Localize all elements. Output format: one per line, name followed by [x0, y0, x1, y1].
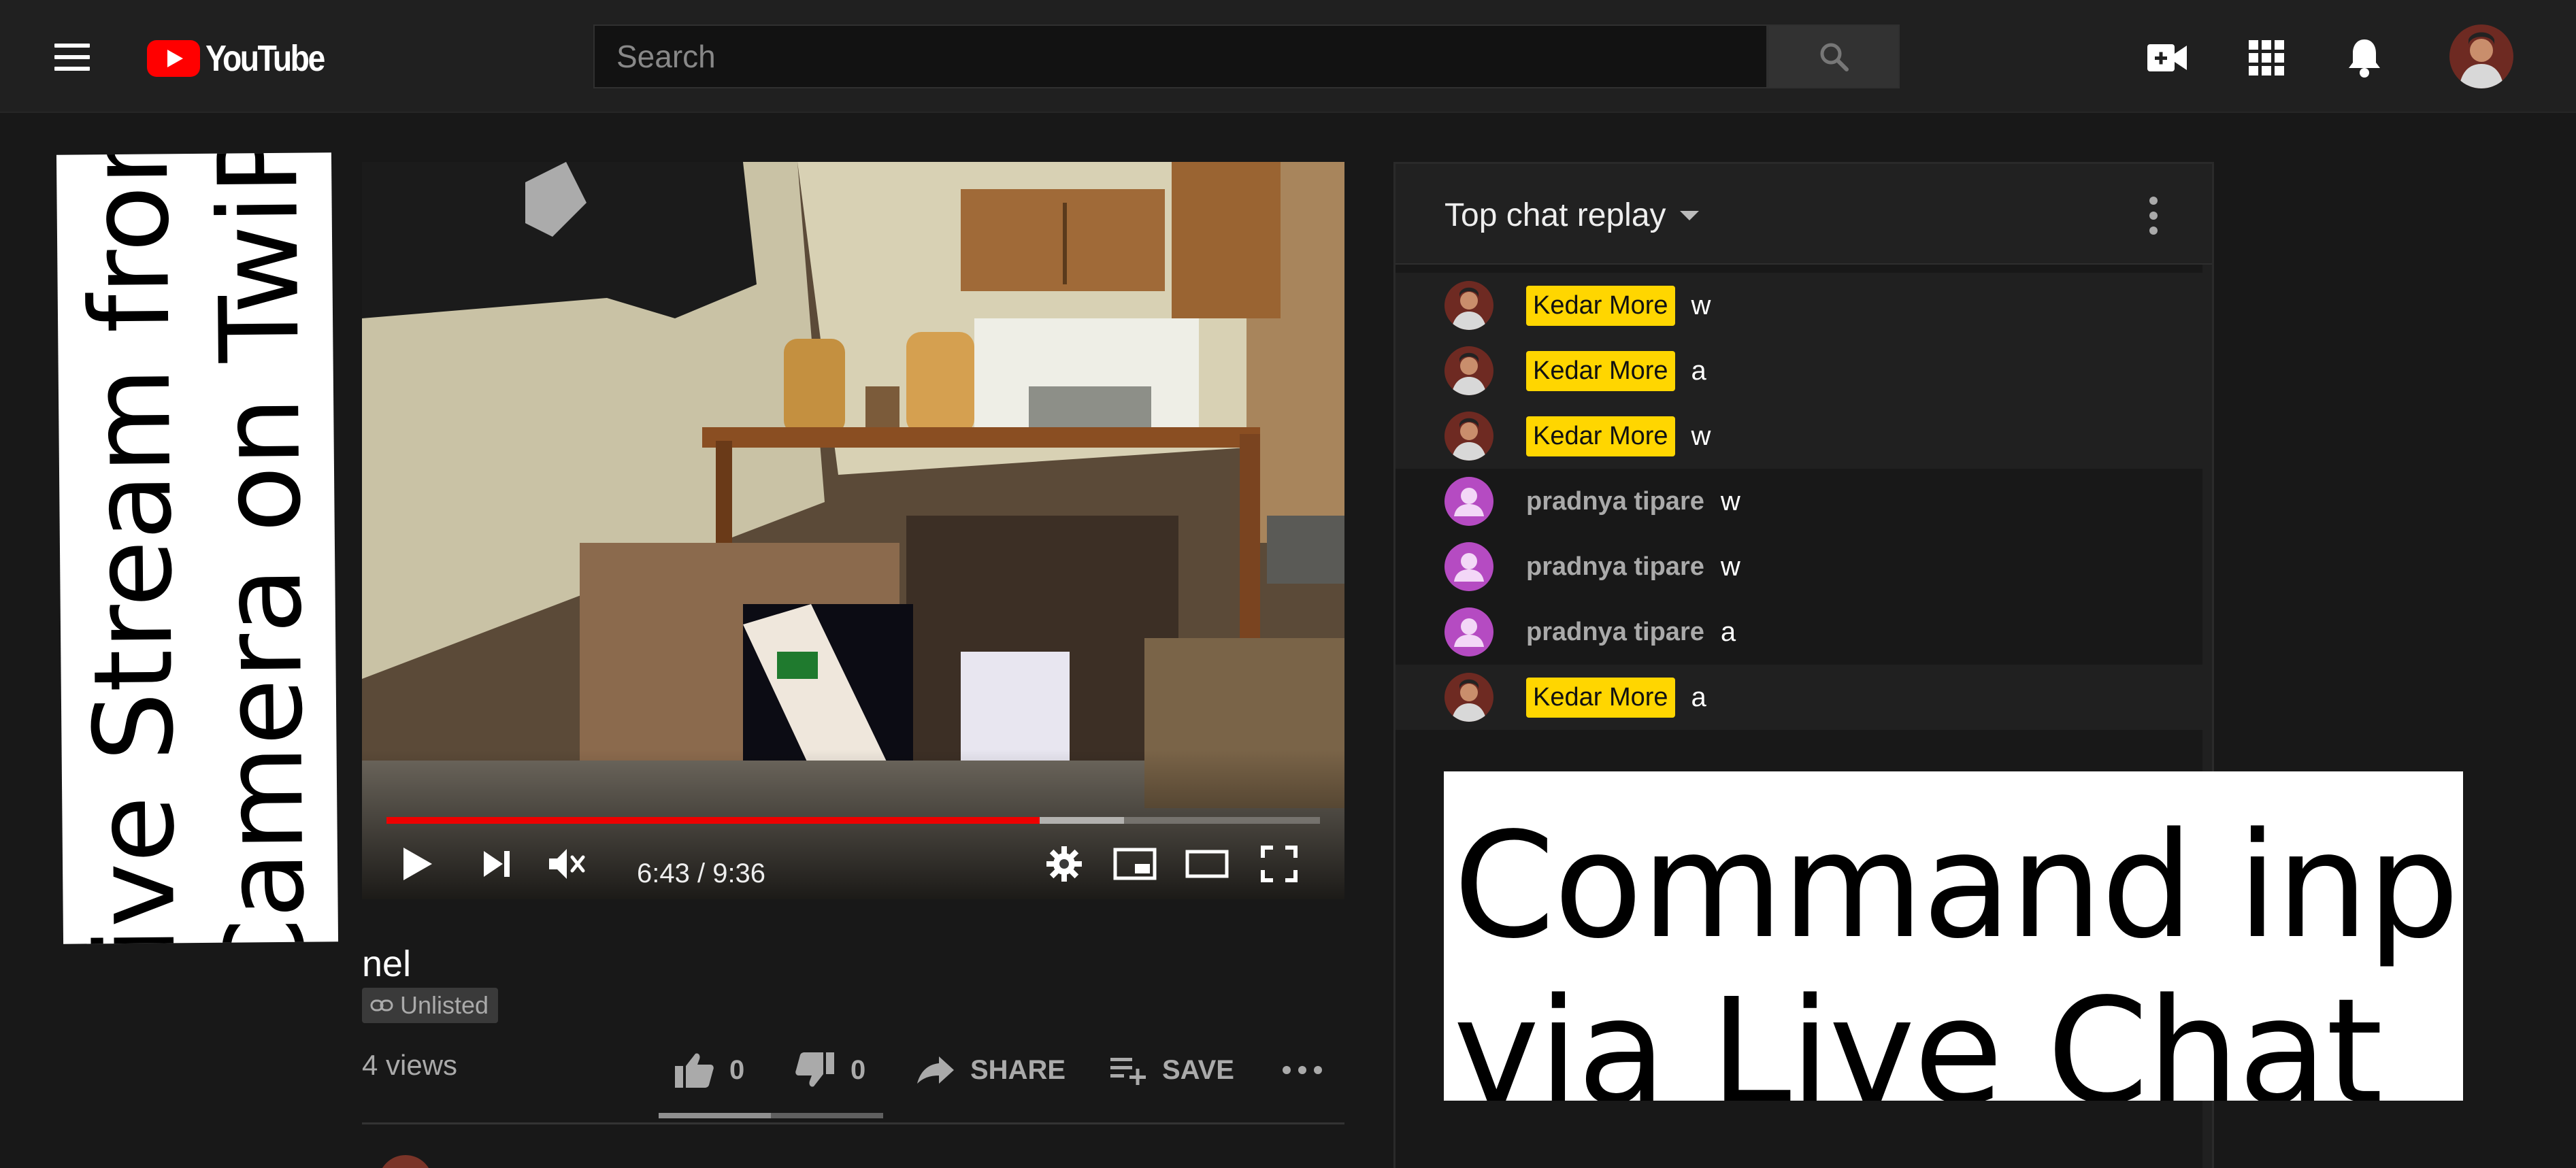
- thumbs-down-icon: [795, 1052, 834, 1087]
- more-actions-button[interactable]: [1282, 1048, 1323, 1092]
- chat-message[interactable]: pradnya tipare w: [1396, 469, 2202, 534]
- chat-message[interactable]: Kedar More w: [1396, 403, 2202, 469]
- search-box: [593, 24, 1768, 88]
- next-icon: [484, 851, 510, 877]
- chat-mode-dropdown[interactable]: Top chat replay: [1444, 197, 1699, 234]
- youtube-logo[interactable]: YouTube: [147, 38, 343, 79]
- chat-message-text: a: [1691, 355, 1706, 386]
- next-button[interactable]: [475, 842, 518, 886]
- chat-message-text: a: [1691, 682, 1706, 712]
- settings-button[interactable]: [1042, 842, 1086, 886]
- dislike-button[interactable]: 0: [795, 1048, 865, 1092]
- search-icon: [1820, 43, 1849, 71]
- top-bar: YouTube: [0, 0, 2576, 113]
- add-to-playlist-icon: [1110, 1058, 1146, 1085]
- chat-author-name[interactable]: Kedar More: [1526, 285, 1675, 326]
- search-button[interactable]: [1768, 24, 1900, 88]
- miniplayer-button[interactable]: [1109, 842, 1161, 886]
- overlay-caption-line-1: Live Stream from: [64, 152, 201, 944]
- like-button[interactable]: 0: [674, 1048, 744, 1092]
- dislike-count: 0: [851, 1054, 866, 1085]
- chat-author-avatar[interactable]: [1444, 607, 1493, 656]
- chat-message[interactable]: Kedar More w: [1396, 273, 2202, 338]
- theater-mode-button[interactable]: [1181, 842, 1233, 886]
- more-horizontal-icon: [1283, 1066, 1322, 1074]
- settings-gear-icon: [1046, 846, 1082, 882]
- chat-author-name[interactable]: pradnya tipare: [1526, 552, 1704, 582]
- chat-message-text: w: [1691, 420, 1711, 451]
- chat-message[interactable]: pradnya tipare w: [1396, 534, 2202, 599]
- privacy-badge: Unlisted: [362, 988, 499, 1023]
- search-input[interactable]: [595, 26, 1766, 87]
- view-count: 4 views: [362, 1049, 458, 1081]
- share-button[interactable]: SHARE: [916, 1048, 1066, 1092]
- youtube-logo-icon: [147, 40, 200, 77]
- chat-author-avatar[interactable]: [1444, 673, 1493, 722]
- overlay-caption-left: Live Stream from Camera on TwiPi: [56, 152, 339, 944]
- volume-button[interactable]: [543, 842, 591, 886]
- chevron-down-icon: [1679, 210, 1699, 220]
- fullscreen-button[interactable]: [1253, 842, 1305, 886]
- like-ratio-fill: [659, 1113, 771, 1118]
- save-label: SAVE: [1162, 1054, 1234, 1085]
- thumbs-up-icon: [675, 1053, 714, 1088]
- video-title: nel: [362, 944, 412, 984]
- chat-message-list: Kedar More w Kedar More a Kedar More w pradnya…: [1396, 273, 2202, 730]
- apps-button[interactable]: [2243, 34, 2290, 82]
- youtube-logo-text: YouTube: [205, 38, 325, 79]
- chat-mode-label: Top chat replay: [1444, 197, 1666, 233]
- channel-avatar[interactable]: [378, 1155, 433, 1168]
- notifications-bell-icon: [2349, 39, 2380, 78]
- account-avatar[interactable]: [2449, 24, 2513, 88]
- chat-author-avatar[interactable]: [1444, 412, 1493, 461]
- chat-message-text: w: [1720, 486, 1740, 516]
- link-icon: [370, 999, 393, 1012]
- chat-message[interactable]: Kedar More a: [1396, 338, 2202, 403]
- chat-author-name[interactable]: Kedar More: [1526, 677, 1675, 718]
- chat-message[interactable]: pradnya tipare a: [1396, 599, 2202, 665]
- chat-message-text: a: [1720, 616, 1736, 647]
- chat-author-name[interactable]: Kedar More: [1526, 416, 1675, 456]
- like-count: 0: [729, 1054, 745, 1085]
- chat-author-name[interactable]: pradnya tipare: [1526, 618, 1704, 647]
- chat-message[interactable]: Kedar More a: [1396, 665, 2202, 730]
- fullscreen-icon: [1261, 846, 1298, 882]
- create-video-icon: [2147, 44, 2187, 71]
- chat-header: Top chat replay: [1396, 164, 2212, 265]
- chat-author-avatar[interactable]: [1444, 281, 1493, 330]
- overlay-caption-line-2: via Live Chat: [1453, 967, 2383, 1101]
- miniplayer-icon: [1113, 848, 1157, 880]
- notifications-button[interactable]: [2341, 34, 2388, 82]
- share-icon: [917, 1056, 954, 1084]
- share-label: SHARE: [970, 1054, 1066, 1085]
- chat-more-options-icon[interactable]: [2149, 197, 2159, 235]
- menu-icon[interactable]: [54, 44, 90, 71]
- chat-author-avatar[interactable]: [1444, 477, 1493, 526]
- chat-message-text: w: [1720, 551, 1740, 582]
- overlay-caption-line-2: Camera on TwiPi: [194, 152, 329, 944]
- privacy-label: Unlisted: [400, 991, 489, 1019]
- like-ratio-bar: [659, 1113, 883, 1118]
- save-button[interactable]: SAVE: [1109, 1048, 1234, 1092]
- overlay-caption-line-1: Command inputs: [1453, 801, 2463, 971]
- overlay-caption-right: Command inputs via Live Chat: [1444, 771, 2463, 1101]
- volume-icon: [549, 849, 585, 879]
- time-display: 6:43 / 9:36: [637, 858, 766, 888]
- chat-message-text: w: [1691, 290, 1711, 320]
- info-divider: [362, 1122, 1344, 1124]
- play-button[interactable]: [396, 842, 440, 886]
- progress-played: [386, 817, 1040, 824]
- apps-grid-icon: [2249, 40, 2284, 76]
- chat-author-avatar[interactable]: [1444, 542, 1493, 591]
- chat-author-avatar[interactable]: [1444, 346, 1493, 395]
- create-video-button[interactable]: [2143, 34, 2191, 82]
- progress-bar[interactable]: [386, 817, 1320, 824]
- theater-mode-icon: [1185, 850, 1229, 878]
- video-player[interactable]: 6:43 / 9:36: [362, 162, 1344, 899]
- chat-author-name[interactable]: Kedar More: [1526, 350, 1675, 391]
- play-icon: [403, 848, 432, 880]
- chat-author-name[interactable]: pradnya tipare: [1526, 487, 1704, 516]
